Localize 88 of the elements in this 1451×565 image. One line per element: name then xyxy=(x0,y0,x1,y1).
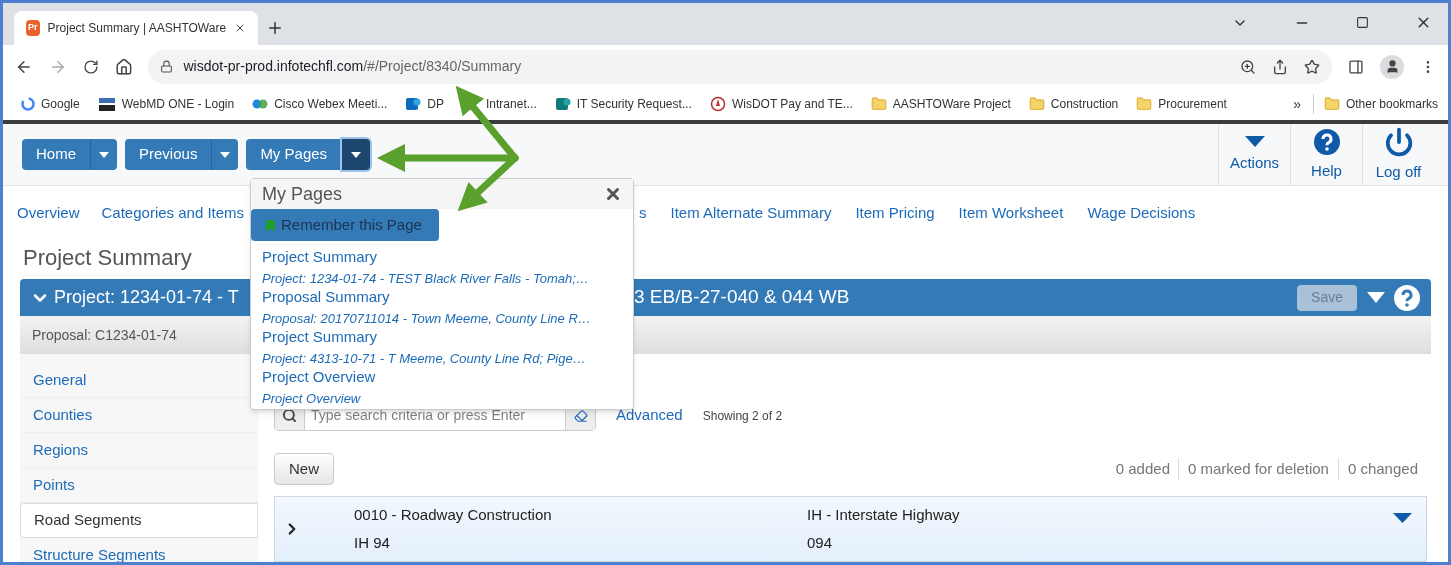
change-counter: 0 added xyxy=(1115,458,1171,479)
search-icon xyxy=(282,408,297,423)
profile-icon[interactable] xyxy=(1380,54,1405,79)
project-title: Project: 1234-01-74 - T xyxy=(54,286,239,309)
page-tab[interactable]: Categories and Items xyxy=(101,202,245,225)
page-tab[interactable]: Item Pricing xyxy=(855,202,935,225)
new-tab-icon[interactable] xyxy=(266,19,284,37)
result-count: Showing 2 of 2 xyxy=(702,407,783,425)
webex-icon xyxy=(252,97,269,111)
caret-icon xyxy=(99,151,109,158)
help-icon xyxy=(1312,128,1341,157)
toolbar-action[interactable]: Help xyxy=(1290,124,1362,185)
bookmark[interactable]: IT Security Request... xyxy=(554,95,692,113)
project-title: 3 EB/B-27-040 & 044 WB xyxy=(634,285,850,310)
page-tab[interactable]: s xyxy=(639,202,647,225)
side-panel-icon[interactable] xyxy=(1348,58,1365,75)
more-bookmarks[interactable]: » xyxy=(1293,93,1301,115)
home-icon[interactable] xyxy=(114,57,133,76)
table-cell-text: 094 xyxy=(807,532,834,553)
bookmark[interactable]: DP xyxy=(405,95,444,113)
sidebar-item[interactable]: Structure Segments xyxy=(20,538,258,562)
bookmark-icon xyxy=(264,218,277,232)
sharepoint-icon xyxy=(405,96,422,112)
menu-title: My Pages xyxy=(262,182,343,206)
share-icon[interactable] xyxy=(1272,58,1289,75)
caret-icon[interactable] xyxy=(1393,513,1412,523)
table-cell-text: IH 94 xyxy=(354,532,391,553)
nav-button[interactable]: Previous xyxy=(125,139,213,170)
bookmark[interactable]: Cisco Webex Meeti... xyxy=(252,95,388,113)
url-text: wisdot-pr-prod.infotechfl.com/#/Project/8340/Summary xyxy=(183,57,523,76)
folder-icon xyxy=(1136,96,1153,112)
nav-button[interactable]: Home xyxy=(22,139,91,170)
tab-title: Project Summary | AASHTOWare xyxy=(47,20,227,37)
sidebar-item[interactable]: Regions xyxy=(20,433,258,468)
bookmark[interactable]: WisDOT Pay and TE... xyxy=(709,95,853,113)
power-icon xyxy=(1383,127,1414,158)
caret-icon[interactable] xyxy=(1367,292,1385,303)
caret-icon xyxy=(220,151,231,158)
bookmark[interactable]: Procurement xyxy=(1136,95,1227,113)
proposal-label: Proposal: C1234-01-74 xyxy=(32,325,177,345)
table-cell-text: IH - Interstate Highway xyxy=(807,505,960,525)
bookmark[interactable]: Construction xyxy=(1028,95,1119,113)
page-tab[interactable]: Item Alternate Summary xyxy=(670,202,832,225)
folder-icon xyxy=(1028,96,1045,112)
menu-item[interactable]: Project Summary Project: 1234-01-74 - TEST Black River Falls - Tomah;… xyxy=(251,246,633,286)
new-button[interactable]: New xyxy=(274,453,334,485)
zoom-icon[interactable] xyxy=(1240,58,1257,75)
browser-tab[interactable]: Pr Project Summary | AASHTOWare xyxy=(14,11,258,45)
dropdown-button[interactable] xyxy=(91,139,117,170)
sharepoint-icon xyxy=(554,96,571,112)
eraser-icon[interactable] xyxy=(573,408,588,423)
page-title: Project Summary xyxy=(23,244,192,272)
toolbar-action[interactable]: Log off xyxy=(1362,124,1434,185)
folder-icon xyxy=(1323,96,1340,112)
bookmark-label[interactable]: Intranet... xyxy=(486,95,537,113)
bookmark-star-icon[interactable] xyxy=(1304,58,1321,75)
segment-row[interactable]: 0010 - Roadway Construction IH 94 IH - Interstate Highway 094 xyxy=(274,496,1427,562)
reload-icon[interactable] xyxy=(82,58,99,75)
bookmark[interactable]: WebMD ONE - Login xyxy=(97,95,235,113)
help-icon[interactable] xyxy=(1393,283,1421,312)
dropdown-button[interactable] xyxy=(342,139,371,170)
folder-icon xyxy=(870,96,887,112)
emblem-icon xyxy=(709,96,726,112)
google-icon xyxy=(21,97,35,111)
toolbar-action[interactable]: Actions xyxy=(1218,124,1290,185)
menu-item[interactable]: Project Summary Project: 4313-10-71 - T Meeme, County Line Rd; Pige… xyxy=(251,326,633,366)
address-bar[interactable]: wisdot-pr-prod.infotechfl.com/#/Project/8340/Summary xyxy=(148,49,1333,84)
change-counter: 0 marked for deletion xyxy=(1178,457,1338,481)
close-icon[interactable] xyxy=(604,185,622,203)
bookmark[interactable]: AASHTOWare Project xyxy=(870,95,1011,113)
change-counter: 0 changed xyxy=(1337,457,1427,481)
dropdown-button[interactable] xyxy=(212,139,239,170)
webmd-logo-icon xyxy=(97,96,116,112)
page-tab[interactable]: Wage Decisions xyxy=(1087,202,1196,225)
caret-icon xyxy=(1244,136,1265,149)
table-cell-text: 0010 - Roadway Construction xyxy=(354,505,553,525)
page-tab[interactable]: Item Worksheet xyxy=(958,202,1064,225)
page-tab[interactable]: Overview xyxy=(17,202,80,225)
sidebar-item[interactable]: Road Segments xyxy=(20,503,258,538)
bookmark[interactable]: Google xyxy=(21,95,80,113)
lock-icon xyxy=(160,60,174,73)
nav-button[interactable]: My Pages xyxy=(246,139,343,170)
maximize-icon[interactable] xyxy=(1356,16,1369,29)
advanced-link[interactable]: Advanced xyxy=(616,404,683,427)
menu-item[interactable]: Proposal Summary Proposal: 20170711014 - Town Meeme, County Line R… xyxy=(251,286,633,326)
bookmark[interactable]: Other bookmarks xyxy=(1323,95,1438,113)
caret-icon xyxy=(351,151,362,158)
app-logo: Pr xyxy=(26,20,40,36)
